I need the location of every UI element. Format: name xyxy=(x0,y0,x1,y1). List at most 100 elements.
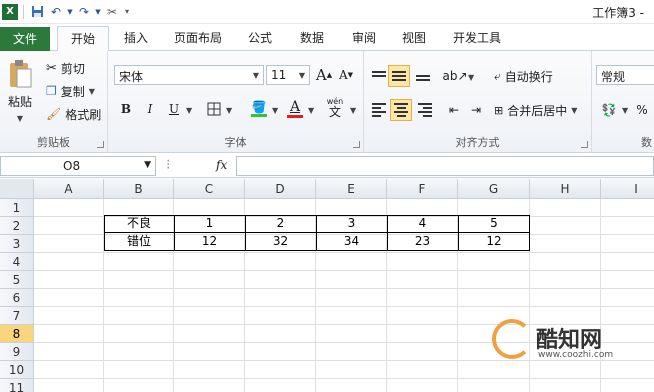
percent-style-button[interactable]: % xyxy=(632,99,652,121)
tab-formulas[interactable]: 公式 xyxy=(240,26,280,51)
paste-button[interactable]: 粘贴 ▼ xyxy=(4,55,36,127)
row-header-8[interactable]: 8 xyxy=(0,325,34,343)
column-header-F[interactable]: F xyxy=(387,179,458,199)
row-header-6[interactable]: 6 xyxy=(0,289,34,307)
row-header-3[interactable]: 3 xyxy=(0,235,34,253)
align-left-button[interactable] xyxy=(368,99,390,121)
tab-home[interactable]: 开始 xyxy=(57,26,109,52)
borders-button[interactable] xyxy=(204,99,224,119)
decrease-indent-button[interactable]: ⇤ xyxy=(444,99,464,121)
title-bar: X ↶ ▼ ↷ ▼ ✂ ▾ 工作簿3 - xyxy=(0,0,654,24)
wrap-text-button[interactable]: ⤶ 自动换行 xyxy=(494,65,553,87)
format-painter-label: 格式刷 xyxy=(65,107,102,122)
underline-button[interactable]: U xyxy=(164,99,184,119)
cell-F3[interactable]: 23 xyxy=(387,233,458,251)
cell-B2[interactable]: 不良 xyxy=(104,215,174,233)
row-header-9[interactable]: 9 xyxy=(0,343,34,361)
fill-color-button[interactable]: 🪣 xyxy=(248,97,270,119)
alignment-launcher-icon[interactable] xyxy=(581,141,588,148)
align-center-button[interactable] xyxy=(390,99,412,121)
undo-icon[interactable]: ↶ xyxy=(48,4,64,20)
borders-dropdown-icon[interactable]: ▼ xyxy=(226,106,232,115)
row-header-1[interactable]: 1 xyxy=(0,199,34,217)
tab-file[interactable]: 文件 xyxy=(0,27,50,51)
row-header-11[interactable]: 11 xyxy=(0,379,34,392)
orientation-button[interactable]: ab↗ xyxy=(442,65,467,87)
cut-button[interactable]: ✂ 剪切 xyxy=(46,59,85,77)
fill-color-dropdown-icon[interactable]: ▼ xyxy=(272,106,278,115)
cell-G3[interactable]: 12 xyxy=(458,233,530,251)
cut-label: 剪切 xyxy=(60,61,85,76)
insert-function-button[interactable]: fx xyxy=(216,158,227,172)
font-color-dropdown-icon[interactable]: ▼ xyxy=(308,106,314,115)
bold-button[interactable]: B xyxy=(116,99,136,119)
column-header-D[interactable]: D xyxy=(245,179,316,199)
font-launcher-icon[interactable] xyxy=(353,141,360,148)
copy-dropdown-icon: ▼ xyxy=(88,86,95,96)
column-header-G[interactable]: G xyxy=(458,179,530,199)
tab-page-layout[interactable]: 页面布局 xyxy=(166,26,230,51)
name-box-value: O8 xyxy=(63,159,81,173)
orientation-dropdown-icon[interactable]: ▼ xyxy=(468,73,474,82)
save-icon[interactable] xyxy=(29,4,45,20)
cell-F2[interactable]: 4 xyxy=(387,215,458,233)
undo-dropdown-icon[interactable]: ▼ xyxy=(67,4,73,20)
phonetic-button[interactable]: wén 文 xyxy=(322,97,348,119)
font-color-button[interactable]: A xyxy=(284,97,306,119)
row-header-2[interactable]: 2 xyxy=(0,217,34,235)
cell-C2[interactable]: 1 xyxy=(174,215,245,233)
increase-indent-button[interactable]: ⇥ xyxy=(466,99,486,121)
cell-C3[interactable]: 12 xyxy=(174,233,245,251)
column-header-C[interactable]: C xyxy=(174,179,245,199)
formula-bar-divider-icon: ⁝ xyxy=(166,157,171,173)
italic-button[interactable]: I xyxy=(140,99,160,119)
align-bottom-button[interactable] xyxy=(412,65,434,87)
underline-dropdown-icon[interactable]: ▼ xyxy=(186,106,192,115)
font-color-icon: A xyxy=(289,98,301,115)
column-header-H[interactable]: H xyxy=(530,179,601,199)
cell-D2[interactable]: 2 xyxy=(245,215,316,233)
row-header-10[interactable]: 10 xyxy=(0,361,34,379)
watermark: 酷知网 www.coozhi.com xyxy=(492,319,622,365)
merge-center-button[interactable]: ⊞ 合并后居中 ▼ xyxy=(494,99,577,121)
row-header-7[interactable]: 7 xyxy=(0,307,34,325)
cell-E2[interactable]: 3 xyxy=(316,215,387,233)
tab-developer[interactable]: 开发工具 xyxy=(444,26,510,51)
column-header-E[interactable]: E xyxy=(316,179,387,199)
font-group: 宋体 ▼ 11 ▼ A ▲ A ▼ B I U ▼ ▼ 🪣 ▼ A ▼ wén … xyxy=(108,51,364,153)
redo-dropdown-icon[interactable]: ▼ xyxy=(95,4,101,20)
tools-icon[interactable]: ✂ xyxy=(104,4,120,20)
tab-review[interactable]: 审阅 xyxy=(344,26,384,51)
copy-button[interactable]: ❐ 复制 ▼ xyxy=(46,82,95,100)
tab-view[interactable]: 视图 xyxy=(394,26,434,51)
cell-E3[interactable]: 34 xyxy=(316,233,387,251)
font-size-select[interactable]: 11 ▼ xyxy=(266,65,310,85)
cell-D3[interactable]: 32 xyxy=(245,233,316,251)
select-all-button[interactable] xyxy=(0,179,34,199)
align-top-button[interactable] xyxy=(368,65,390,87)
column-header-A[interactable]: A xyxy=(34,179,104,199)
clipboard-launcher-icon[interactable] xyxy=(97,141,104,148)
name-box[interactable]: O8 ▼ xyxy=(0,156,156,176)
tab-insert[interactable]: 插入 xyxy=(116,26,156,51)
redo-icon[interactable]: ↷ xyxy=(76,4,92,20)
cell-G2[interactable]: 5 xyxy=(458,215,530,233)
grow-font-button[interactable]: A ▲ xyxy=(314,65,334,85)
formula-input[interactable] xyxy=(236,156,654,176)
customize-toolbar-icon[interactable]: ▾ xyxy=(123,4,131,20)
tab-data[interactable]: 数据 xyxy=(290,26,334,51)
shrink-font-button[interactable]: A ▼ xyxy=(336,65,356,85)
align-middle-button[interactable] xyxy=(388,65,410,87)
row-header-4[interactable]: 4 xyxy=(0,253,34,271)
cell-B3[interactable]: 错位 xyxy=(104,233,174,251)
row-header-5[interactable]: 5 xyxy=(0,271,34,289)
accounting-format-button[interactable]: 💱 xyxy=(598,99,620,121)
font-name-select[interactable]: 宋体 ▼ xyxy=(114,65,264,85)
column-header-B[interactable]: B xyxy=(104,179,174,199)
number-format-select[interactable]: 常规 xyxy=(596,65,654,85)
align-right-button[interactable] xyxy=(414,99,436,121)
format-painter-button[interactable]: 🖌 格式刷 xyxy=(46,105,101,123)
accounting-dropdown-icon[interactable]: ▼ xyxy=(622,106,628,115)
column-header-I[interactable]: I xyxy=(601,179,654,199)
phonetic-dropdown-icon[interactable]: ▼ xyxy=(350,106,356,115)
